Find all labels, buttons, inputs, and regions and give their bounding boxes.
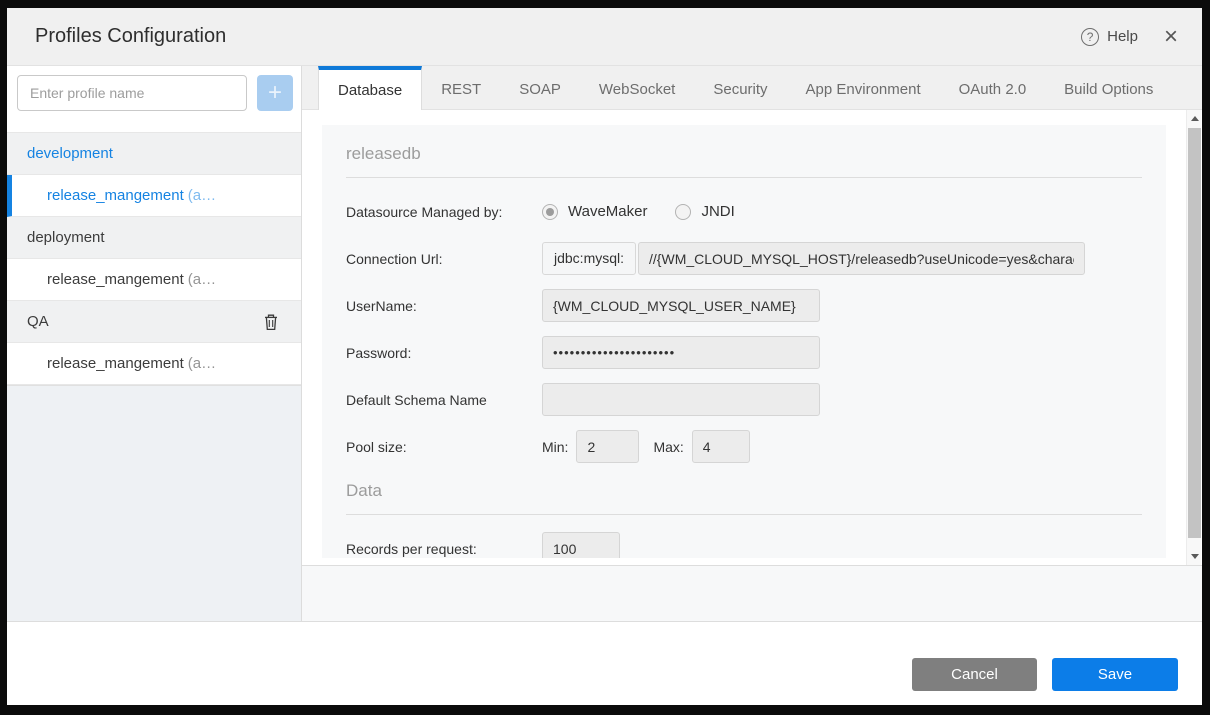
records-per-request-row: Records per request:: [346, 532, 1142, 558]
tab-rest[interactable]: REST: [422, 66, 500, 109]
tabs-bar: Database REST SOAP WebSocket Security Ap…: [302, 66, 1202, 110]
profile-group-label: QA: [27, 313, 49, 330]
profile-child-label: release_mangement: [47, 355, 184, 372]
database-form-panel: releasedb Datasource Managed by: WaveMak…: [322, 125, 1166, 558]
dialog-footer: Cancel Save: [7, 621, 1202, 705]
pool-min-input[interactable]: [576, 430, 639, 463]
pool-max-input[interactable]: [692, 430, 750, 463]
dialog-body: + development release_mangement (a… depl…: [7, 66, 1202, 621]
datasource-row: Datasource Managed by: WaveMaker JNDI: [346, 195, 1142, 228]
pool-min-label: Min:: [542, 439, 568, 455]
schema-label: Default Schema Name: [346, 392, 542, 408]
scrollbar-thumb[interactable]: [1188, 128, 1201, 538]
scroll-up-icon[interactable]: [1187, 110, 1202, 126]
profile-child-suffix: (a…: [188, 355, 216, 372]
profile-group-label: deployment: [27, 229, 105, 246]
password-input[interactable]: [542, 336, 820, 369]
sidebar-item-release-mangement-deploy[interactable]: release_mangement (a…: [7, 259, 301, 301]
radio-wavemaker-label: WaveMaker: [568, 203, 647, 220]
sidebar-item-development[interactable]: development: [7, 133, 301, 175]
tab-security[interactable]: Security: [694, 66, 786, 109]
scroll-down-icon[interactable]: [1187, 549, 1202, 565]
pool-max-label: Max:: [653, 439, 683, 455]
content-footer-strip: [302, 565, 1202, 621]
database-tab-pane: releasedb Datasource Managed by: WaveMak…: [302, 110, 1202, 565]
profile-list: development release_mangement (a… deploy…: [7, 132, 301, 385]
scrollbar[interactable]: [1186, 110, 1201, 565]
records-label: Records per request:: [346, 541, 542, 557]
save-button[interactable]: Save: [1052, 658, 1178, 691]
jdbc-prefix: jdbc:mysql:: [542, 242, 636, 275]
username-row: UserName:: [346, 289, 1142, 322]
radio-jndi[interactable]: [675, 204, 691, 220]
delete-profile-icon[interactable]: [263, 313, 279, 335]
close-icon[interactable]: ×: [1164, 27, 1178, 47]
username-input[interactable]: [542, 289, 820, 322]
radio-wavemaker[interactable]: [542, 204, 558, 220]
help-icon: ?: [1081, 28, 1099, 46]
section-title-releasedb: releasedb: [346, 125, 1142, 164]
connection-url-label: Connection Url:: [346, 251, 542, 267]
connection-url-row: Connection Url: jdbc:mysql:: [346, 242, 1142, 275]
tab-app-environment[interactable]: App Environment: [787, 66, 940, 109]
tab-database[interactable]: Database: [318, 66, 422, 110]
profile-child-suffix: (a…: [188, 187, 216, 204]
profile-child-label: release_mangement: [47, 271, 184, 288]
dialog-header: Profiles Configuration ? Help ×: [7, 8, 1202, 66]
content-column: Database REST SOAP WebSocket Security Ap…: [302, 66, 1202, 621]
password-label: Password:: [346, 345, 542, 361]
pool-size-label: Pool size:: [346, 439, 542, 455]
connection-url-input[interactable]: [638, 242, 1085, 275]
tab-soap[interactable]: SOAP: [500, 66, 580, 109]
datasource-radio-group: WaveMaker JNDI: [542, 203, 753, 220]
sidebar-item-qa[interactable]: QA: [7, 301, 301, 343]
sidebar-item-release-mangement-qa[interactable]: release_mangement (a…: [7, 343, 301, 385]
section-title-data: Data: [346, 477, 1142, 501]
tab-oauth[interactable]: OAuth 2.0: [940, 66, 1046, 109]
tab-build-options[interactable]: Build Options: [1045, 66, 1172, 109]
section-divider: [346, 514, 1142, 515]
help-label: Help: [1107, 28, 1138, 45]
section-divider: [346, 177, 1142, 178]
page-title: Profiles Configuration: [35, 25, 226, 48]
tab-websocket[interactable]: WebSocket: [580, 66, 694, 109]
radio-jndi-label: JNDI: [701, 203, 734, 220]
pool-size-row: Pool size: Min: Max:: [346, 430, 1142, 463]
profiles-configuration-dialog: Profiles Configuration ? Help × + develo…: [7, 8, 1202, 705]
schema-row: Default Schema Name: [346, 383, 1142, 416]
profile-child-label: release_mangement: [47, 187, 184, 204]
password-row: Password:: [346, 336, 1142, 369]
profile-name-input[interactable]: [17, 75, 247, 111]
schema-input[interactable]: [542, 383, 820, 416]
username-label: UserName:: [346, 298, 542, 314]
datasource-label: Datasource Managed by:: [346, 204, 542, 220]
sidebar-item-deployment[interactable]: deployment: [7, 217, 301, 259]
sidebar-item-release-mangement-dev[interactable]: release_mangement (a…: [7, 175, 301, 217]
records-input[interactable]: [542, 532, 620, 558]
sidebar-empty-area: [7, 385, 301, 621]
add-profile-button[interactable]: +: [257, 75, 293, 111]
profile-group-label: development: [27, 145, 113, 162]
profile-search-row: +: [7, 66, 301, 120]
profiles-sidebar: + development release_mangement (a… depl…: [7, 66, 302, 621]
profile-child-suffix: (a…: [188, 271, 216, 288]
help-button[interactable]: ? Help: [1081, 28, 1138, 46]
cancel-button[interactable]: Cancel: [912, 658, 1037, 691]
